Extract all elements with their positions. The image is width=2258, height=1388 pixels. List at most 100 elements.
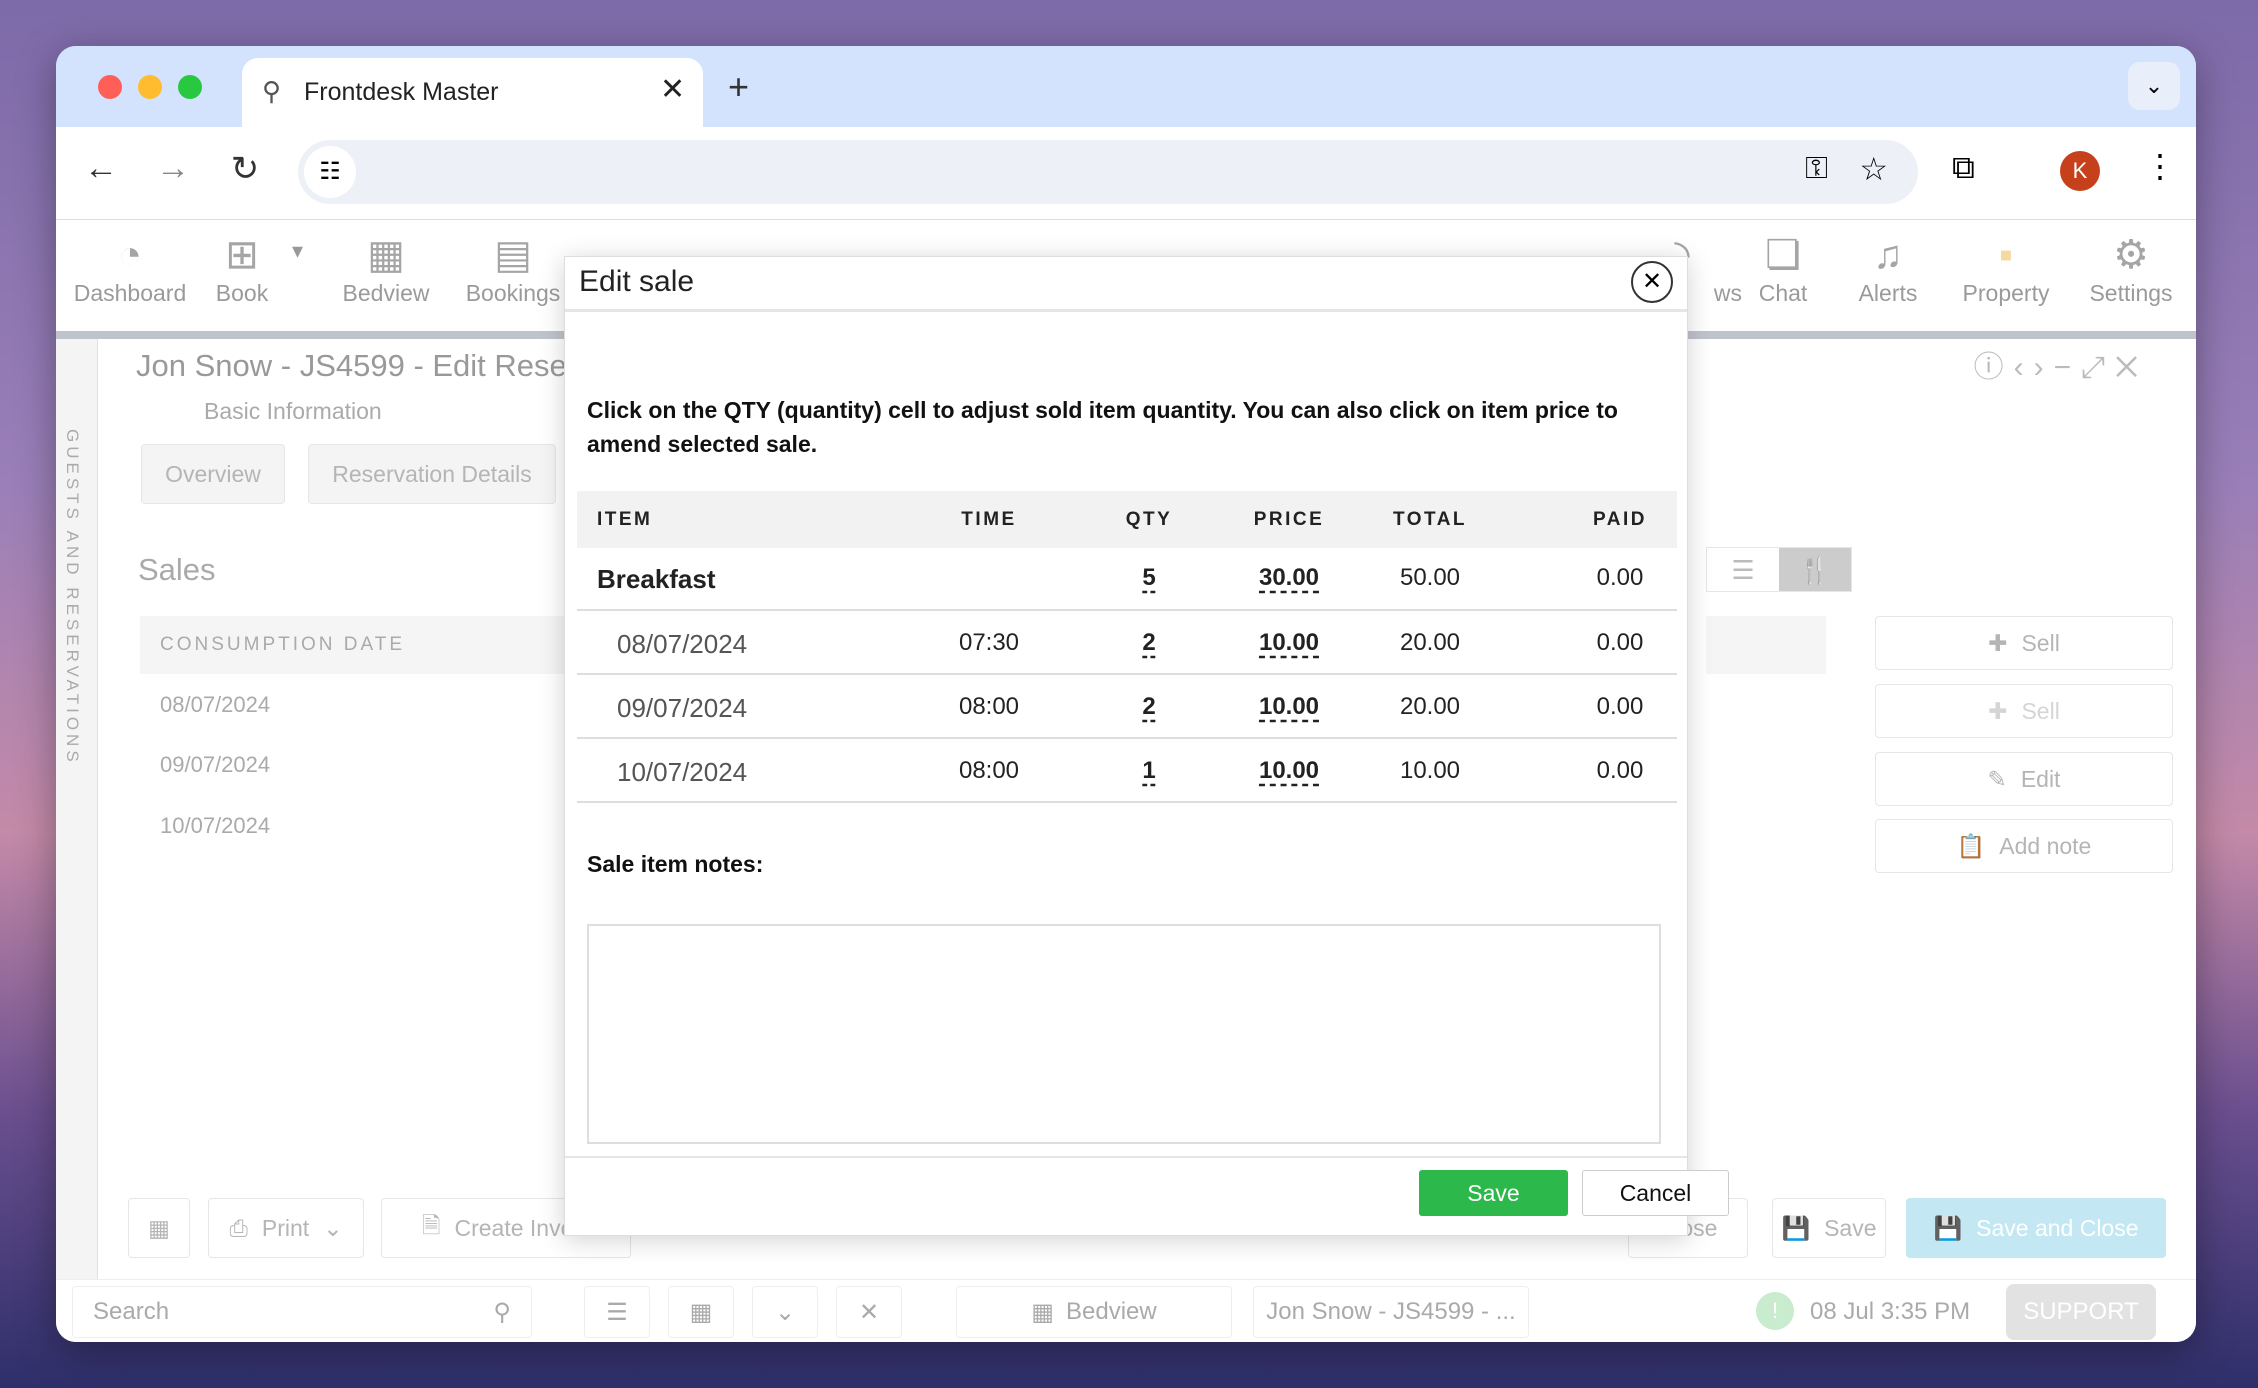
book-icon: ▤ (494, 233, 532, 277)
date-row[interactable]: 08/07/2024 (160, 692, 270, 718)
save-and-close-button[interactable]: 💾 Save and Close (1906, 1198, 2166, 1258)
tab-bar: ⚲ Frontdesk Master ✕ + ⌄ (56, 46, 2196, 127)
book-dropdown-icon[interactable]: ▾ (292, 238, 303, 264)
bottom-bar: Search ⚲ ☰ ▦ ⌄ ✕ ▦ Bedview Jon Snow - JS45… (56, 1279, 2196, 1342)
collapse-button[interactable]: ⌄ (752, 1286, 818, 1338)
tab-overview[interactable]: Overview (141, 444, 285, 504)
total-cell: 20.00 (1399, 629, 1461, 656)
modal-close-icon[interactable]: ✕ (1631, 261, 1673, 303)
time-cell: 08:00 (958, 693, 1020, 720)
bell-icon: ♫ (1873, 233, 1903, 277)
toolbar-dashboard[interactable]: ◔ Dashboard (70, 220, 190, 307)
col-paid: PAID (1593, 509, 1647, 530)
price-cell[interactable]: 30.00 (1259, 564, 1319, 592)
price-cell[interactable]: 10.00 (1259, 693, 1319, 721)
grid-view-button[interactable]: ▦ (128, 1198, 190, 1258)
page-title: Jon Snow - JS4599 - Edit Rese (136, 348, 567, 383)
new-tab-icon[interactable]: + (728, 66, 749, 108)
date-row[interactable]: 09/07/2024 (160, 752, 270, 778)
key-icon[interactable]: ⚿ (1805, 152, 1828, 186)
status-alert-icon[interactable]: ! (1756, 1292, 1794, 1330)
menu-icon[interactable]: ⋮ (2144, 147, 2176, 185)
close-tab-icon[interactable]: ✕ (660, 72, 685, 107)
chevron-down-icon: ⌄ (774, 1298, 796, 1326)
support-button[interactable]: SUPPORT (2006, 1284, 2156, 1340)
total-cell: 20.00 (1399, 693, 1461, 720)
property-icon: ▪ (1998, 233, 2014, 277)
col-time: TIME (961, 509, 1017, 530)
col-total: TOTAL (1392, 509, 1468, 530)
toolbar-property[interactable]: ▪ Property (1946, 220, 2066, 307)
address-row: ← → ↻ ☷ ⚿ ☆ ⧉ K ⋮ (56, 127, 2196, 219)
print-button[interactable]: ⎙ Print ⌄ (208, 1198, 364, 1258)
item-date: 09/07/2024 (617, 693, 748, 723)
section-basic-information[interactable]: Basic Information (204, 398, 382, 425)
window-controls[interactable]: ⓘ‹›−⤢✕ (1974, 342, 2148, 386)
toolbar-settings[interactable]: ⚙ Settings (2071, 220, 2191, 307)
address-bar[interactable]: ☷ ⚿ ☆ (298, 140, 1918, 204)
search-input[interactable]: Search ⚲ (72, 1286, 532, 1338)
minimize-window-button[interactable] (138, 75, 162, 99)
floppy-icon: 💾 (1933, 1214, 1963, 1241)
site-settings-icon[interactable]: ☷ (304, 146, 356, 198)
grid-icon: ▦ (367, 233, 405, 277)
list-button[interactable]: ☰ (584, 1286, 650, 1338)
toolbar-bedview[interactable]: ▦ Bedview (326, 220, 446, 307)
close-window-button[interactable] (98, 75, 122, 99)
consumption-date-header: CONSUMPTION DATE (140, 616, 620, 674)
reservation-task[interactable]: Jon Snow - JS4599 - ... (1253, 1286, 1529, 1338)
edit-button[interactable]: ✎ Edit (1875, 752, 2173, 806)
time-cell: 07:30 (958, 629, 1020, 656)
apps-button[interactable]: ▦ (668, 1286, 734, 1338)
sell-button-disabled[interactable]: ✚ Sell (1875, 684, 2173, 738)
date-row[interactable]: 10/07/2024 (160, 813, 270, 839)
forward-icon[interactable]: → (148, 149, 198, 188)
item-date: 10/07/2024 (617, 757, 748, 787)
qty-cell[interactable]: 2 (1142, 693, 1155, 721)
toolbar-chat[interactable]: ❏ Chat (1723, 220, 1843, 307)
side-panel[interactable]: GUESTS AND RESERVATIONS (56, 339, 98, 1289)
fork-knife-icon[interactable]: 🍴 (1779, 548, 1851, 591)
notes-label: Sale item notes: (587, 851, 764, 877)
sale-row: 09/07/2024 08:00 2 10.00 20.00 0.00 (577, 675, 1677, 739)
tab-reservation-details[interactable]: Reservation Details (308, 444, 556, 504)
tab-list-chevron-icon[interactable]: ⌄ (2128, 62, 2180, 110)
bedview-task[interactable]: ▦ Bedview (956, 1286, 1232, 1338)
gear-icon: ⚙ (2113, 233, 2149, 277)
back-icon[interactable]: ← (76, 149, 126, 188)
item-name: Breakfast (597, 564, 716, 594)
favicon-icon: ⚲ (262, 76, 282, 106)
notes-textarea[interactable] (587, 924, 1661, 1144)
extensions-icon[interactable]: ⧉ (1952, 149, 1975, 187)
plus-icon: ✚ (1988, 629, 2008, 656)
qty-cell[interactable]: 1 (1142, 757, 1155, 785)
save-button[interactable]: Save (1419, 1170, 1568, 1216)
instructions: Click on the QTY (quantity) cell to adju… (587, 397, 1618, 457)
paid-cell: 0.00 (1596, 629, 1644, 656)
maximize-window-button[interactable] (178, 75, 202, 99)
toolbar-bookings[interactable]: ▤ Bookings (453, 220, 573, 307)
close-all-button[interactable]: ✕ (836, 1286, 902, 1338)
reload-icon[interactable]: ↻ (220, 149, 270, 189)
datetime: 08 Jul 3:35 PM (1810, 1298, 1971, 1325)
browser-tab[interactable]: ⚲ Frontdesk Master ✕ (242, 58, 703, 127)
star-icon[interactable]: ☆ (1859, 150, 1888, 188)
toolbar-book[interactable]: ⊞ Book (182, 220, 302, 307)
sell-button[interactable]: ✚ Sell (1875, 616, 2173, 670)
edit-sale-modal: Edit sale ✕ Click on the QTY (quantity) … (564, 256, 1729, 1236)
view-toggle: ☰ 🍴 (1706, 547, 1852, 592)
profile-avatar[interactable]: K (2060, 151, 2100, 191)
modal-header: Edit sale ✕ (565, 257, 1687, 312)
table-header: ITEM TIME QTY PRICE TOTAL PAID (577, 491, 1677, 548)
cancel-button[interactable]: Cancel (1582, 1170, 1729, 1216)
price-cell[interactable]: 10.00 (1259, 629, 1319, 657)
qty-cell[interactable]: 2 (1142, 629, 1155, 657)
printer-icon: ⎙ (229, 1214, 248, 1241)
list-view-icon[interactable]: ☰ (1707, 548, 1779, 591)
qty-cell[interactable]: 5 (1142, 564, 1155, 592)
close-icon: ✕ (858, 1298, 880, 1326)
toolbar-alerts[interactable]: ♫ Alerts (1828, 220, 1948, 307)
save-button-bg[interactable]: 💾 Save (1772, 1198, 1886, 1258)
price-cell[interactable]: 10.00 (1259, 757, 1319, 785)
add-note-button[interactable]: 📋 Add note (1875, 819, 2173, 873)
